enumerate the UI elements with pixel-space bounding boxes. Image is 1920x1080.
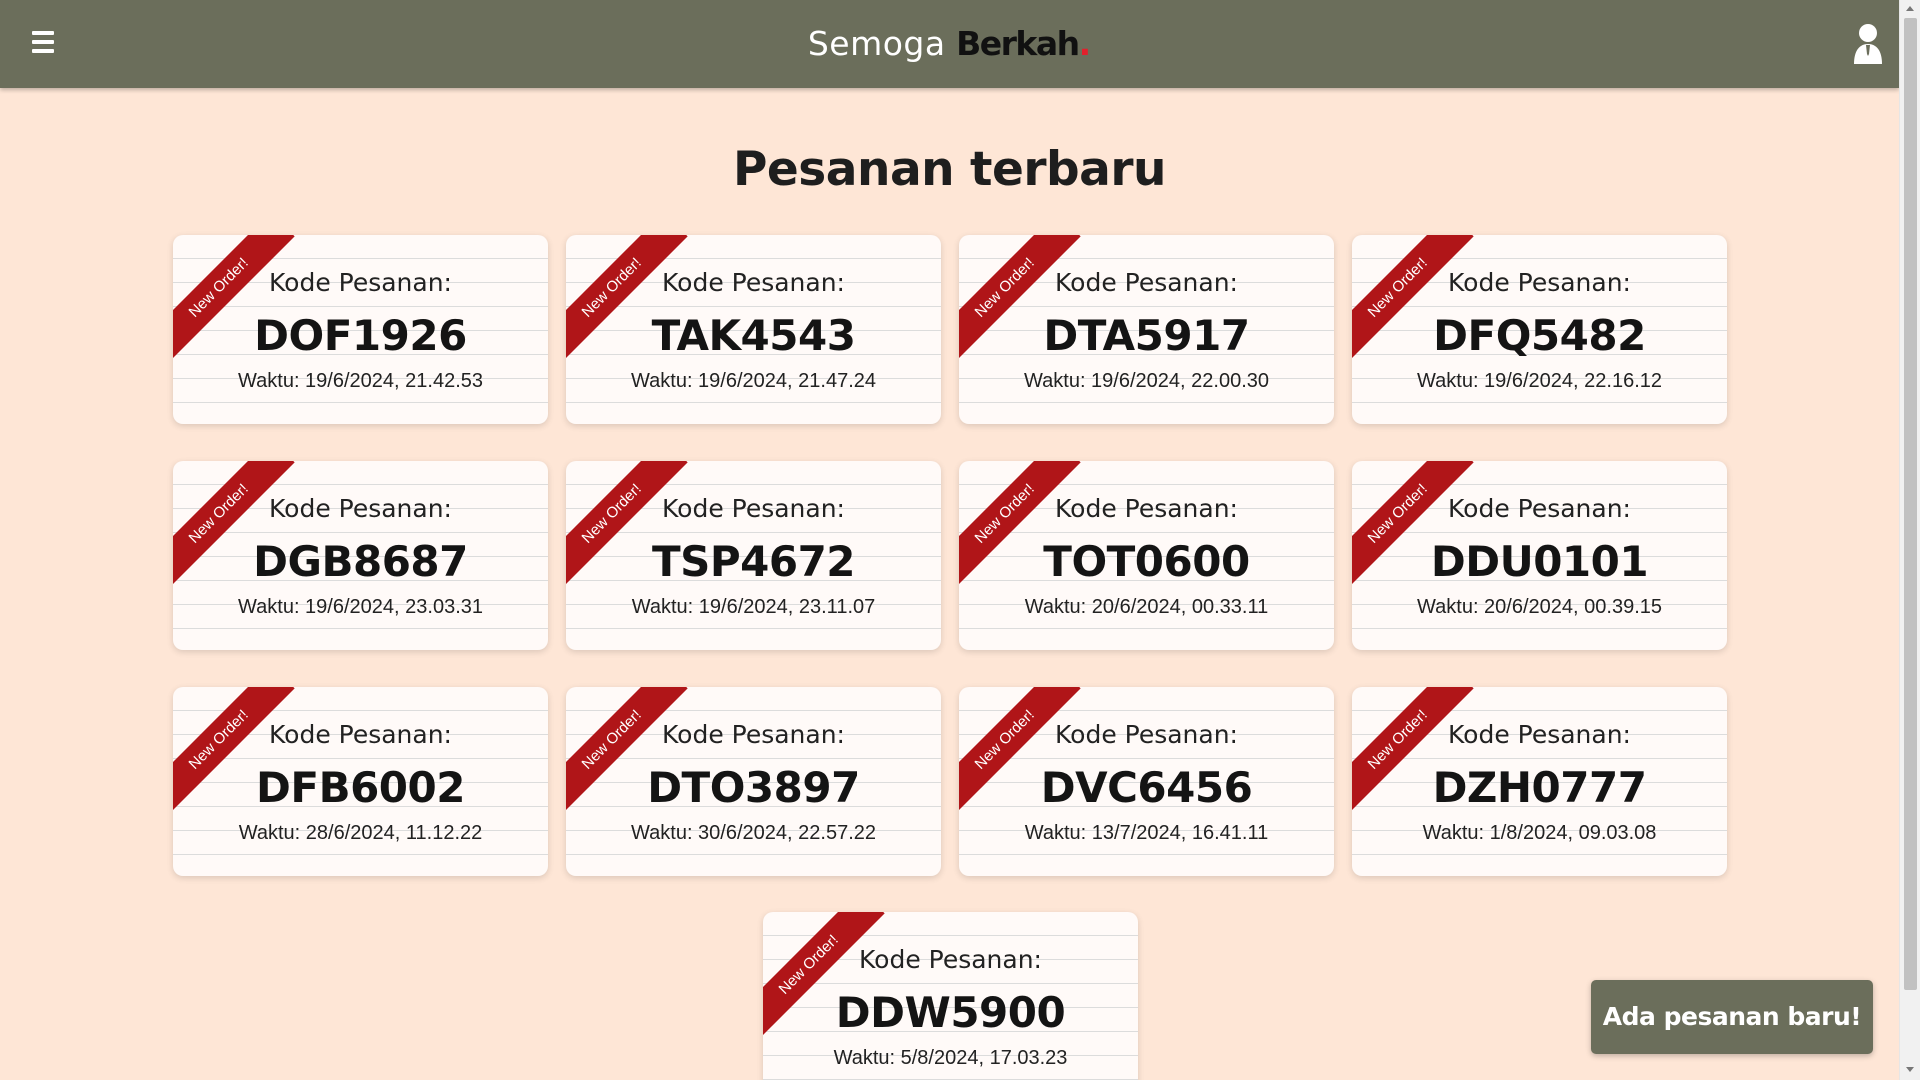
top-navbar: Semoga Berkah. xyxy=(0,0,1899,88)
brand-logo[interactable]: Semoga Berkah. xyxy=(0,22,1899,66)
order-code: DFB6002 xyxy=(256,763,465,812)
page-title: Pesanan terbaru xyxy=(732,142,1167,197)
order-time: Waktu: 19/6/2024, 21.47.24 xyxy=(631,370,876,392)
order-card[interactable]: New Order! Kode Pesanan: DFB6002 Waktu: 28/… xyxy=(173,687,548,876)
order-time: Waktu: 19/6/2024, 21.42.53 xyxy=(238,370,483,392)
scroll-thumb[interactable] xyxy=(1904,18,1917,990)
new-order-toast[interactable]: Ada pesanan baru! xyxy=(1591,980,1873,1054)
order-card[interactable]: New Order! Kode Pesanan: TSP4672 Waktu: 19/… xyxy=(566,461,941,650)
order-card[interactable]: New Order! Kode Pesanan: DTA5917 Waktu: 19/… xyxy=(959,235,1334,424)
order-grid-last-row: New Order! Kode Pesanan: DDW5900 Waktu: 5/8… xyxy=(763,912,1138,1080)
order-card[interactable]: New Order! Kode Pesanan: DGB8687 Waktu: 19/… xyxy=(173,461,548,650)
brand-text-berkah: Berkah xyxy=(956,24,1080,63)
order-code: TOT0600 xyxy=(1043,537,1250,586)
order-code: DTA5917 xyxy=(1043,311,1250,360)
order-code: DVC6456 xyxy=(1040,763,1253,812)
order-time: Waktu: 5/8/2024, 17.03.23 xyxy=(833,1047,1068,1069)
order-code: DDU0101 xyxy=(1430,537,1649,586)
brand-text-semoga: Semoga xyxy=(807,24,946,63)
order-time: Waktu: 28/6/2024, 11.12.22 xyxy=(238,822,483,844)
order-card[interactable]: New Order! Kode Pesanan: DDU0101 Waktu: 20/… xyxy=(1352,461,1727,650)
order-card[interactable]: New Order! Kode Pesanan: DFQ5482 Waktu: 19/… xyxy=(1352,235,1727,424)
order-code: TSP4672 xyxy=(651,537,856,586)
order-code: DZH0777 xyxy=(1432,763,1647,812)
order-time: Waktu: 19/6/2024, 23.03.31 xyxy=(238,596,483,618)
scroll-down-arrow-icon[interactable] xyxy=(1906,1067,1914,1072)
order-card[interactable]: New Order! Kode Pesanan: DDW5900 Waktu: 5/8… xyxy=(763,912,1138,1080)
user-icon[interactable] xyxy=(1852,24,1884,64)
vertical-scrollbar[interactable] xyxy=(1899,0,1920,1080)
order-time: Waktu: 19/6/2024, 23.11.07 xyxy=(631,596,876,618)
order-code: TAK4543 xyxy=(651,311,856,360)
order-card[interactable]: New Order! Kode Pesanan: TAK4543 Waktu: 19/… xyxy=(566,235,941,424)
order-code: DFQ5482 xyxy=(1433,311,1646,360)
order-code: DTO3897 xyxy=(647,763,860,812)
order-time: Waktu: 1/8/2024, 09.03.08 xyxy=(1422,822,1657,844)
order-code: DOF1926 xyxy=(254,311,467,360)
order-time: Waktu: 20/6/2024, 00.33.11 xyxy=(1024,596,1269,618)
scroll-up-arrow-icon[interactable] xyxy=(1906,6,1914,11)
order-time: Waktu: 20/6/2024, 00.39.15 xyxy=(1417,596,1662,618)
order-time: Waktu: 19/6/2024, 22.00.30 xyxy=(1024,370,1269,392)
order-card[interactable]: New Order! Kode Pesanan: DTO3897 Waktu: 30/… xyxy=(566,687,941,876)
order-card[interactable]: New Order! Kode Pesanan: TOT0600 Waktu: 20/… xyxy=(959,461,1334,650)
order-time: Waktu: 19/6/2024, 22.16.12 xyxy=(1417,370,1662,392)
order-card[interactable]: New Order! Kode Pesanan: DOF1926 Waktu: 19/… xyxy=(173,235,548,424)
order-time: Waktu: 30/6/2024, 22.57.22 xyxy=(631,822,876,844)
order-card[interactable]: New Order! Kode Pesanan: DVC6456 Waktu: 13/… xyxy=(959,687,1334,876)
brand-dot: . xyxy=(1078,24,1092,63)
order-grid: New Order! Kode Pesanan: DOF1926 Waktu: 19/… xyxy=(173,235,1727,876)
order-time: Waktu: 13/7/2024, 16.41.11 xyxy=(1024,822,1269,844)
order-card[interactable]: New Order! Kode Pesanan: DZH0777 Waktu: 1/8… xyxy=(1352,687,1727,876)
order-code: DGB8687 xyxy=(253,537,468,586)
order-code: DDW5900 xyxy=(835,988,1066,1037)
